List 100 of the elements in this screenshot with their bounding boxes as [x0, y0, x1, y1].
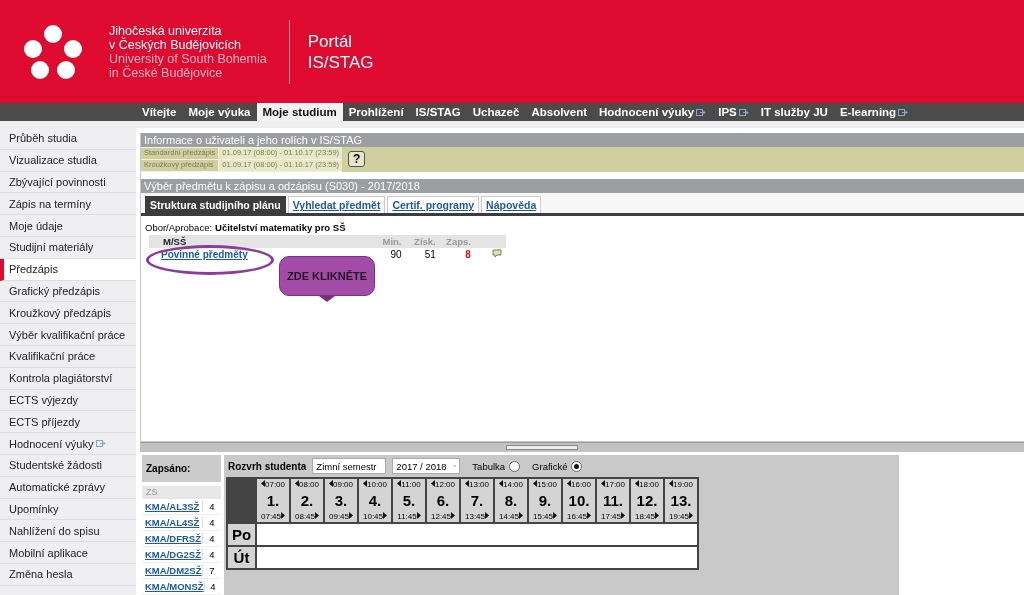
dropdown-value: 2017 / 2018 — [396, 460, 447, 472]
next-arrow-icon — [655, 512, 659, 519]
period-start: 08:00 — [299, 480, 319, 489]
next-arrow-icon — [315, 512, 319, 519]
next-arrow-icon — [281, 512, 285, 519]
period-end: 13:45 — [465, 512, 485, 521]
chevron-down-icon — [452, 463, 457, 469]
period-number: 6. — [436, 492, 450, 509]
period-start: 19:00 — [673, 480, 693, 489]
previous-arrow-icon — [499, 480, 503, 487]
previous-arrow-icon — [567, 480, 571, 487]
portal-title: Portál — [307, 30, 354, 52]
field-value: Učitelství matematiky pro SŠ — [215, 222, 346, 233]
radio-button[interactable] — [571, 460, 583, 472]
period-end: 19:45 — [669, 512, 689, 521]
course-link[interactable]: KMA/DM2SŽ — [142, 565, 202, 576]
subject-group-link[interactable]: Povinné předměty — [161, 249, 248, 260]
period-number: 12. — [636, 492, 658, 509]
next-arrow-icon — [349, 512, 353, 519]
help-button[interactable]: ? — [348, 151, 366, 167]
university-name: v Českých Budějovicích — [109, 37, 242, 52]
next-arrow-icon — [587, 512, 591, 519]
course-link[interactable]: KMA/AL4SŽ — [142, 517, 202, 528]
period-end: 16:45 — [567, 512, 587, 521]
previous-arrow-icon — [329, 480, 333, 487]
nav-tab[interactable]: Moje studium — [256, 103, 343, 121]
previous-arrow-icon — [669, 480, 673, 487]
previous-arrow-icon — [533, 480, 537, 487]
nav-tab[interactable]: Prohlížení — [342, 103, 410, 121]
period-end: 12:45 — [431, 512, 451, 521]
next-arrow-icon — [553, 512, 557, 519]
next-arrow-icon — [416, 512, 421, 519]
dropdown[interactable]: Zimní semestr — [312, 458, 387, 474]
period-end: 18:45 — [635, 512, 655, 521]
previous-arrow-icon — [363, 480, 367, 487]
panel-title: Zapsáno: — [142, 455, 221, 482]
course-link[interactable]: KMA/AL3SŽ — [142, 501, 202, 512]
period-end: 17:45 — [601, 512, 621, 521]
next-arrow-icon — [519, 512, 523, 519]
nav-tab[interactable]: Vítejte — [136, 103, 183, 121]
course-link[interactable]: KMA/DG2SŽ — [142, 549, 202, 560]
portal-subtitle: IS/STAG — [307, 51, 374, 73]
tab[interactable]: Vyhledat předmět — [287, 196, 386, 213]
column-header: M/SŠ — [149, 235, 372, 248]
period-number: 13. — [670, 492, 692, 509]
period-start: 12:00 — [435, 480, 455, 489]
external-link-icon — [96, 439, 107, 449]
panel-title: Informace o uživateli a jeho rolích v IS/STAG — [141, 133, 1024, 147]
nav-tab[interactable]: E-learning — [833, 103, 915, 121]
credits-cell: 4 — [202, 501, 221, 512]
nav-tab[interactable]: Absolvent — [525, 103, 593, 121]
group-label: ZS — [142, 486, 221, 499]
radio-label: Tabulka — [472, 460, 506, 472]
previous-arrow-icon — [261, 480, 265, 487]
dropdown-value: Zimní semestr — [316, 460, 377, 472]
period-number: 7. — [470, 492, 484, 509]
course-link[interactable]: KMA/DFRSŽ — [142, 533, 202, 544]
period-number: 10. — [568, 492, 590, 509]
tab[interactable]: Nápověda — [481, 196, 542, 213]
nav-tab[interactable]: Moje výuka — [182, 103, 257, 121]
period-start: 10:00 — [367, 480, 387, 489]
comment-icon — [492, 249, 502, 258]
previous-arrow-icon — [635, 480, 639, 487]
period-end: 10:45 — [363, 512, 383, 521]
nav-tab[interactable]: IT služby JU — [754, 103, 834, 121]
external-link-icon — [696, 107, 707, 117]
credits-cell: 4 — [202, 549, 221, 560]
university-name: University of South Bohemia — [109, 51, 267, 66]
nav-tab[interactable]: IS/STAG — [409, 103, 467, 121]
sidebar-item[interactable]: Předzápis — [0, 258, 136, 281]
nav-tab[interactable]: Uchazeč — [466, 103, 526, 121]
tab[interactable]: Certif. programy — [387, 196, 480, 213]
resize-handle[interactable] — [506, 445, 578, 450]
field-label: Obor/Aprobace: — [145, 222, 213, 233]
schedule-title: Rozvrh studenta — [228, 460, 307, 472]
table-cell: 51 — [405, 248, 440, 262]
radio-button[interactable] — [509, 460, 521, 472]
course-link[interactable]: KMA/MONSŽ — [142, 581, 204, 592]
column-header: Zaps. — [439, 235, 475, 248]
credits-cell: 4 — [202, 533, 221, 544]
nav-tab[interactable]: IPS — [712, 103, 755, 121]
dropdown[interactable]: 2017 / 2018 — [392, 458, 461, 474]
period-start: 09:00 — [333, 480, 353, 489]
period-number: 9. — [538, 492, 552, 509]
column-header: Min. — [371, 235, 406, 248]
previous-arrow-icon — [465, 480, 469, 487]
external-link-icon — [898, 107, 909, 117]
next-arrow-icon — [451, 512, 455, 519]
period-start: 17:00 — [605, 480, 625, 489]
day-label: Út — [228, 547, 255, 568]
university-name: Jihočeská univerzita — [109, 23, 223, 38]
period-start: 13:00 — [469, 480, 489, 489]
nav-tab[interactable]: Hodnocení výuky — [593, 103, 713, 121]
period-start: 14:00 — [503, 480, 523, 489]
external-link-icon — [738, 107, 749, 117]
tab[interactable]: Struktura studijního plánu — [145, 196, 286, 213]
period-end: 07:45 — [261, 512, 281, 521]
period-end: 14:45 — [499, 512, 519, 521]
period-end: 15:45 — [533, 512, 553, 521]
previous-arrow-icon — [601, 480, 605, 487]
